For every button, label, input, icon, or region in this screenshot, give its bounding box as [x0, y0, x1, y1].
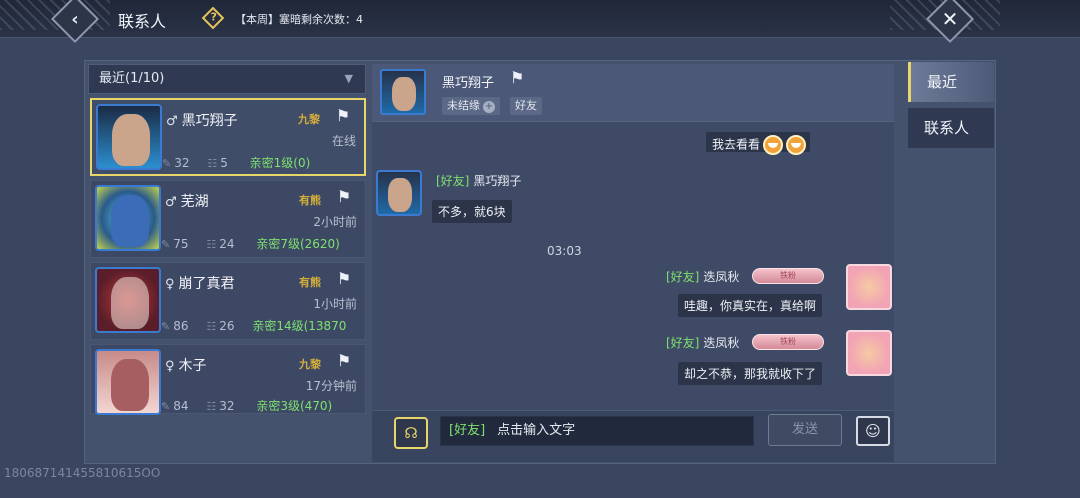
- send-button[interactable]: 发送: [768, 414, 842, 446]
- voice-button[interactable]: ☊: [394, 417, 428, 449]
- friend-tag: 好友: [510, 97, 542, 115]
- intimacy-level: 亲密3级(470): [256, 399, 333, 413]
- avatar[interactable]: [846, 264, 892, 310]
- contact-name: ♀ 崩了真君: [165, 276, 235, 292]
- contact-item[interactable]: ♀ 崩了真君 有熊 ⚑ 1小时前 ✎ 86 ☷ 26 亲密14级(13870: [90, 262, 366, 340]
- rank-badge: 九黎: [299, 358, 321, 371]
- level-icon: ✎: [162, 157, 172, 170]
- flag-icon[interactable]: ⚑: [332, 106, 354, 126]
- avatar: [95, 267, 161, 333]
- message-sender: [好友] 迭凤秋: [666, 270, 740, 284]
- chevron-left-icon: ‹: [71, 8, 79, 30]
- chat-bubble: 我去看看: [706, 132, 811, 155]
- online-status: 在线: [331, 134, 356, 148]
- page-title: 联系人: [118, 12, 167, 31]
- flag-icon[interactable]: ⚑: [333, 351, 355, 371]
- weekly-count-text: 【本周】塞暗剩余次数：4: [235, 13, 363, 26]
- contact-stats: ✎ 84 ☷ 32 亲密3级(470): [161, 399, 333, 413]
- contact-stats: ✎ 86 ☷ 26 亲密14级(13870: [161, 319, 347, 333]
- power-icon: ☷: [207, 157, 218, 170]
- chat-text-input[interactable]: [好友] 点击输入文字: [440, 416, 754, 446]
- online-status: 17分钟前: [305, 379, 357, 393]
- smiley-icon: ☺: [865, 422, 881, 440]
- plus-icon: +: [483, 101, 495, 113]
- tab-contacts[interactable]: 联系人: [908, 108, 994, 148]
- message-sender: [好友] 黑巧翔子: [436, 174, 522, 188]
- avatar[interactable]: [846, 330, 892, 376]
- contact-item[interactable]: ♂ 芜湖 有熊 ⚑ 2小时前 ✎ 75 ☷ 24 亲密7级(2620): [90, 180, 366, 258]
- contact-item[interactable]: ♂ 黑巧翔子 九黎 ⚑ 在线 ✎ 32 ☷ 5 亲密1级(0): [90, 98, 366, 176]
- chat-partner-name: 黑巧翔子: [442, 76, 495, 91]
- level-icon: ✎: [161, 400, 171, 413]
- intimacy-level: 亲密1级(0): [249, 156, 311, 170]
- avatar[interactable]: [380, 69, 426, 115]
- tab-recent[interactable]: 最近: [908, 62, 994, 102]
- flag-icon[interactable]: ⚑: [333, 187, 355, 207]
- chat-bubble: 哇趣，你真实在，真给啊: [678, 294, 823, 317]
- emoji-button[interactable]: ☺: [856, 416, 890, 446]
- top-bar: ‹ 联系人 ? 【本周】塞暗剩余次数：4 ✕: [0, 0, 1080, 44]
- avatar: [95, 185, 161, 251]
- laugh-emoji-icon: [786, 135, 807, 155]
- close-icon: ✕: [941, 7, 959, 31]
- flag-icon[interactable]: ⚑: [510, 68, 524, 87]
- message-timestamp: 03:03: [547, 244, 582, 258]
- rank-badge: 有熊: [299, 276, 321, 289]
- filter-dropdown[interactable]: 最近(1/10) ▼: [88, 64, 366, 94]
- message-sender: [好友] 迭凤秋: [666, 336, 740, 350]
- intimacy-level: 亲密14级(13870: [252, 319, 347, 333]
- contact-name: ♀ 木子: [165, 358, 207, 374]
- input-placeholder: 点击输入文字: [497, 423, 576, 438]
- rank-badge: 有熊: [299, 194, 321, 207]
- avatar: [96, 104, 162, 170]
- power-icon: ☷: [206, 400, 217, 413]
- chat-bubble: 不多，就6块: [432, 200, 512, 223]
- chat-input-bar: ☊ [好友] 点击输入文字 发送 ☺: [372, 410, 894, 462]
- online-status: 1小时前: [313, 297, 357, 311]
- microphone-icon: ☊: [404, 424, 418, 442]
- fan-badge: 铁粉: [752, 268, 824, 284]
- contact-stats: ✎ 32 ☷ 5 亲密1级(0): [162, 156, 311, 170]
- watermark-text: 180687141455810615OO: [4, 466, 161, 480]
- power-icon: ☷: [206, 238, 217, 251]
- chat-panel: 黑巧翔子 ⚑ 未结缘 + 好友 我去看看 [好友] 黑巧翔子 不多，就6块 03:0…: [372, 64, 894, 462]
- flag-icon[interactable]: ⚑: [333, 269, 355, 289]
- contact-name: ♂ 芜湖: [165, 194, 209, 210]
- fan-badge: 铁粉: [752, 334, 824, 350]
- rank-badge: 九黎: [298, 113, 320, 126]
- contact-stats: ✎ 75 ☷ 24 亲密7级(2620): [161, 237, 340, 251]
- chat-bubble: 却之不恭，那我就收下了: [678, 362, 823, 385]
- level-icon: ✎: [161, 238, 171, 251]
- level-icon: ✎: [161, 320, 171, 333]
- chevron-down-icon: ▼: [344, 72, 353, 85]
- contact-item[interactable]: ♀ 木子 九黎 ⚑ 17分钟前 ✎ 84 ☷ 32 亲密3级(470): [90, 344, 366, 415]
- laugh-emoji-icon: [763, 135, 784, 155]
- avatar: [95, 349, 161, 415]
- help-glyph: ?: [210, 10, 217, 24]
- online-status: 2小时前: [313, 215, 357, 229]
- avatar[interactable]: [376, 170, 422, 216]
- contact-name: ♂ 黑巧翔子: [166, 113, 238, 129]
- power-icon: ☷: [206, 320, 217, 333]
- intimacy-level: 亲密7级(2620): [256, 237, 340, 251]
- help-icon[interactable]: ?: [201, 6, 225, 30]
- unbound-tag[interactable]: 未结缘 +: [442, 97, 500, 115]
- filter-label: 最近(1/10): [99, 71, 165, 86]
- contact-list: 最近(1/10) ▼ ♂ 黑巧翔子 九黎 ⚑ 在线 ✎ 32 ☷ 5 亲密1级(0) …: [88, 64, 368, 415]
- channel-label: [好友]: [449, 423, 486, 438]
- chat-header: 黑巧翔子 ⚑ 未结缘 + 好友: [372, 64, 894, 122]
